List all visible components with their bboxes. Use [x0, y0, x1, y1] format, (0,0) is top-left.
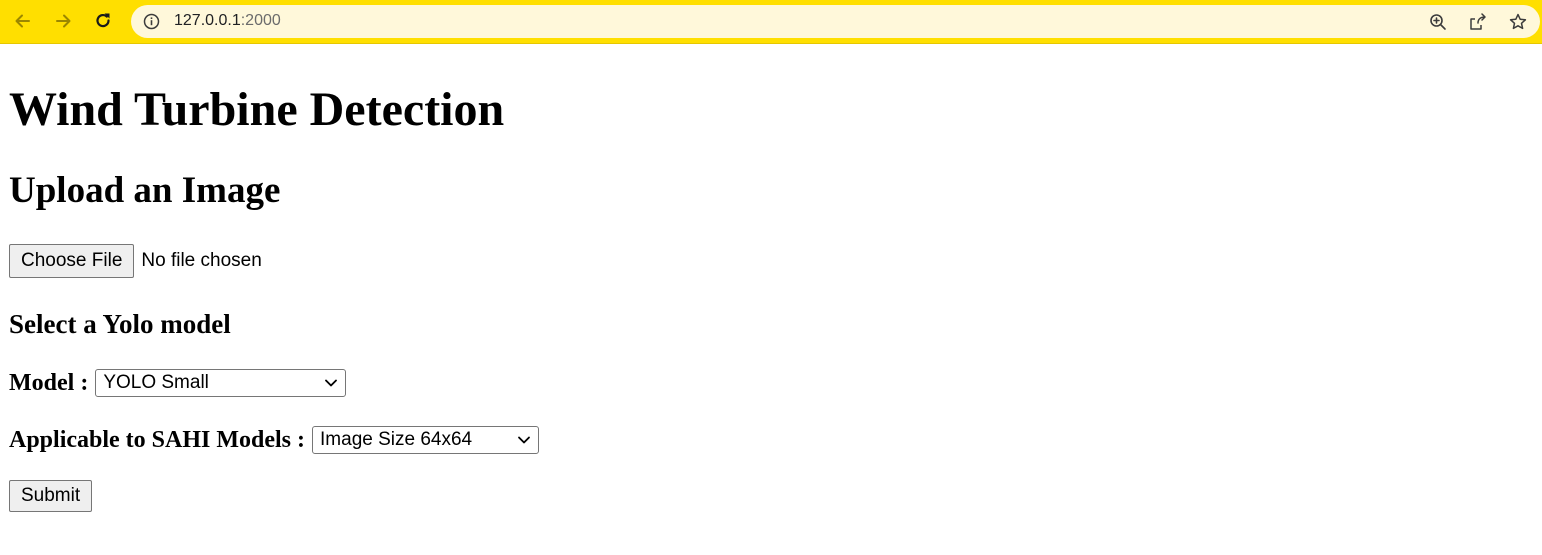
sahi-row: Applicable to SAHI Models : Image Size 6…: [9, 426, 540, 454]
model-label: Model :: [9, 369, 89, 396]
chevron-down-icon: [325, 379, 338, 387]
address-bar[interactable]: 127.0.0.1:2000: [131, 5, 1540, 38]
zoom-icon: [1430, 14, 1446, 30]
info-icon[interactable]: [143, 13, 160, 30]
chevron-down-icon: [518, 436, 530, 444]
sahi-label: Applicable to SAHI Models :: [9, 426, 306, 453]
model-select-value: YOLO Small: [103, 372, 209, 393]
forward-button[interactable]: [48, 6, 78, 36]
choose-file-button[interactable]: Choose File: [9, 244, 135, 278]
model-heading: Select a Yolo model: [9, 309, 231, 339]
model-row: Model : YOLO Small: [9, 369, 347, 397]
upload-heading: Upload an Image: [9, 170, 281, 211]
browser-toolbar: 127.0.0.1:2000: [0, 0, 1542, 44]
url-text: 127.0.0.1:2000: [174, 12, 281, 29]
share-button[interactable]: [1467, 11, 1489, 33]
star-icon: [1509, 13, 1527, 30]
file-status-text: No file chosen: [141, 250, 262, 271]
sahi-select-value: Image Size 64x64: [320, 429, 473, 450]
sahi-image-size-select[interactable]: Image Size 64x64: [312, 426, 540, 454]
back-button[interactable]: [8, 6, 38, 36]
file-input[interactable]: Choose File No file chosen: [9, 244, 262, 278]
forward-arrow-icon: [56, 14, 71, 28]
share-icon: [1470, 13, 1486, 30]
back-arrow-icon: [15, 14, 30, 28]
bookmark-button[interactable]: [1507, 11, 1529, 33]
page-title: Wind Turbine Detection: [9, 83, 505, 136]
reload-button[interactable]: [88, 6, 118, 36]
submit-button[interactable]: Submit: [9, 480, 93, 512]
model-select[interactable]: YOLO Small: [95, 369, 347, 397]
reload-icon: [96, 13, 110, 28]
zoom-button[interactable]: [1427, 11, 1449, 33]
